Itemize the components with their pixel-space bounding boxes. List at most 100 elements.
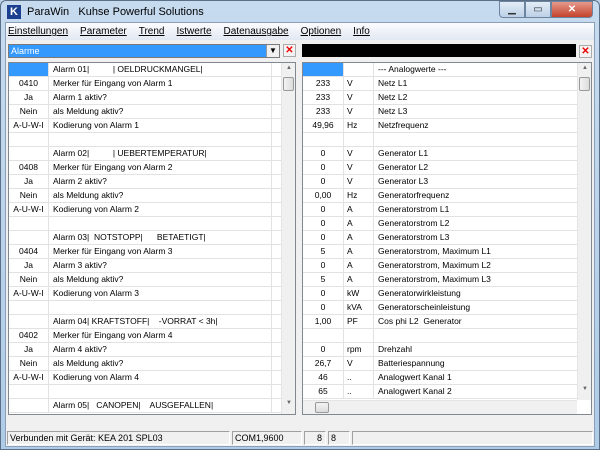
table-row[interactable]: 5 A Generatorstrom, Maximum L3 [303, 273, 591, 287]
table-row[interactable]: Alarm 04| KRAFTSTOFF| -VORRAT < 3h| [9, 315, 295, 329]
menu-trend[interactable]: Trend [139, 26, 165, 37]
table-row[interactable] [303, 133, 591, 147]
table-row[interactable]: 0 A Generatorstrom, Maximum L2 [303, 259, 591, 273]
table-row[interactable] [9, 385, 295, 399]
table-row[interactable]: A-U-W-I Kodierung von Alarm 3 [9, 287, 295, 301]
unit-cell: Hz [344, 119, 374, 132]
label-cell: Merker für Eingang von Alarm 1 [49, 77, 272, 90]
category-select[interactable]: Alarme ▼ [8, 44, 280, 58]
value-cell: A-U-W-I [9, 119, 49, 132]
table-row[interactable]: 0,00 Hz Generatorfrequenz [303, 189, 591, 203]
status-empty [352, 431, 593, 445]
table-row[interactable]: Nein als Meldung aktiv? [9, 273, 295, 287]
table-row[interactable] [9, 301, 295, 315]
value-cell: Nein [9, 189, 49, 202]
table-row[interactable]: 0410 Merker für Eingang von Alarm 1 [9, 77, 295, 91]
table-row[interactable]: 233 V Netz L3 [303, 105, 591, 119]
table-row[interactable]: Nein als Meldung aktiv? [9, 357, 295, 371]
table-row[interactable]: 0408 Merker für Eingang von Alarm 2 [9, 161, 295, 175]
close-left-panel-icon[interactable]: ✕ [283, 44, 296, 57]
unit-cell: V [344, 91, 374, 104]
close-button[interactable]: ✕ [551, 1, 593, 18]
table-row[interactable]: Ja Alarm 2 aktiv? [9, 175, 295, 189]
table-row[interactable]: 1,00 PF Cos phi L2 Generator [303, 315, 591, 329]
label-cell: als Meldung aktiv? [49, 189, 272, 202]
table-row[interactable]: 0 kW Generatorwirkleistung [303, 287, 591, 301]
title-bar: K ParaWin Kuhse Powerful Solutions [7, 4, 204, 20]
table-row[interactable]: Ja Alarm 4 aktiv? [9, 343, 295, 357]
table-row[interactable]: 5 A Generatorstrom, Maximum L1 [303, 245, 591, 259]
menu-istwerte[interactable]: Istwerte [177, 26, 212, 37]
unit-cell: kVA [344, 301, 374, 314]
table-row[interactable]: 0 A Generatorstrom L3 [303, 231, 591, 245]
table-row[interactable]: Alarm 02| | UEBERTEMPERATUR| [9, 147, 295, 161]
label-cell [374, 329, 578, 342]
label-cell: Kodierung von Alarm 4 [49, 371, 272, 384]
unit-cell: V [344, 77, 374, 90]
table-row[interactable]: Alarm 05| CANOPEN| AUSGEFALLEN| [9, 399, 295, 413]
table-row[interactable]: Alarm 03| NOTSTOPP| BETAETIGT| [9, 231, 295, 245]
menu-info[interactable]: Info [353, 26, 370, 37]
label-cell: Generatorfrequenz [374, 189, 578, 202]
value-cell: 0404 [9, 245, 49, 258]
menu-optionen[interactable]: Optionen [301, 26, 342, 37]
table-row[interactable]: 0 kVA Generatorscheinleistung [303, 301, 591, 315]
table-row[interactable]: A-U-W-I Kodierung von Alarm 4 [9, 371, 295, 385]
table-row[interactable]: --- Analogwerte --- [303, 63, 591, 77]
horizontal-scrollbar[interactable] [303, 400, 577, 414]
label-cell [49, 217, 272, 230]
menu-datenausgabe[interactable]: Datenausgabe [224, 26, 289, 37]
table-row[interactable] [9, 217, 295, 231]
close-right-panel-icon[interactable]: ✕ [579, 45, 592, 58]
value-cell: 0 [303, 217, 344, 230]
value-cell: Ja [9, 259, 49, 272]
table-row[interactable]: 26,7 V Batteriespannung [303, 357, 591, 371]
chevron-down-icon[interactable]: ▼ [266, 45, 279, 57]
table-row[interactable]: 0402 Merker für Eingang von Alarm 4 [9, 329, 295, 343]
label-cell: Netz L3 [374, 105, 578, 118]
table-row[interactable]: 0 V Generator L2 [303, 161, 591, 175]
table-row[interactable]: Nein als Meldung aktiv? [9, 189, 295, 203]
vertical-scrollbar[interactable]: ▲ ▼ [577, 63, 591, 400]
label-cell: Merker für Eingang von Alarm 2 [49, 161, 272, 174]
label-cell: Generatorstrom L2 [374, 217, 578, 230]
table-row[interactable]: Alarm 01| | OELDRUCKMANGEL| [9, 63, 295, 77]
table-row[interactable]: 0 V Generator L3 [303, 175, 591, 189]
vertical-scrollbar[interactable]: ▲ ▼ [281, 63, 295, 414]
menu-parameter[interactable]: Parameter [80, 26, 127, 37]
table-row[interactable]: 233 V Netz L1 [303, 77, 591, 91]
value-cell: 5 [303, 245, 344, 258]
value-cell: 49,96 [303, 119, 344, 132]
value-cell [9, 133, 49, 146]
table-row[interactable]: Ja Alarm 3 aktiv? [9, 259, 295, 273]
label-cell: Merker für Eingang von Alarm 3 [49, 245, 272, 258]
table-row[interactable]: Nein als Meldung aktiv? [9, 105, 295, 119]
unit-cell: kW [344, 287, 374, 300]
right-selector[interactable] [302, 44, 576, 57]
table-row[interactable]: Ja Alarm 1 aktiv? [9, 91, 295, 105]
table-row[interactable]: 0 rpm Drehzahl [303, 343, 591, 357]
table-row[interactable]: A-U-W-I Kodierung von Alarm 1 [9, 119, 295, 133]
unit-cell: rpm [344, 343, 374, 356]
table-row[interactable]: 0 V Generator L1 [303, 147, 591, 161]
table-row[interactable]: 233 V Netz L2 [303, 91, 591, 105]
maximize-button[interactable]: ▭ [525, 1, 551, 18]
unit-cell: .. [344, 385, 374, 398]
value-cell [303, 133, 344, 146]
value-cell: 1,00 [303, 315, 344, 328]
menu-einstellungen[interactable]: Einstellungen [8, 26, 68, 37]
value-cell: 0402 [9, 329, 49, 342]
table-row[interactable]: 0 A Generatorstrom L1 [303, 203, 591, 217]
table-row[interactable]: 0 A Generatorstrom L2 [303, 217, 591, 231]
table-row[interactable] [303, 329, 591, 343]
analog-grid: --- Analogwerte --- 233 V Netz L1 233 V Netz L… [302, 62, 592, 415]
table-row[interactable]: 46.. Analogwert Kanal 1 [303, 371, 591, 385]
table-row[interactable]: 0404 Merker für Eingang von Alarm 3 [9, 245, 295, 259]
table-row[interactable]: 65.. Analogwert Kanal 2 [303, 385, 591, 399]
table-row[interactable]: 49,96 Hz Netzfrequenz [303, 119, 591, 133]
table-row[interactable]: A-U-W-I Kodierung von Alarm 2 [9, 203, 295, 217]
value-cell: Nein [9, 273, 49, 286]
table-row[interactable] [9, 133, 295, 147]
value-cell [9, 147, 49, 160]
minimize-button[interactable]: ▁ [499, 1, 525, 18]
